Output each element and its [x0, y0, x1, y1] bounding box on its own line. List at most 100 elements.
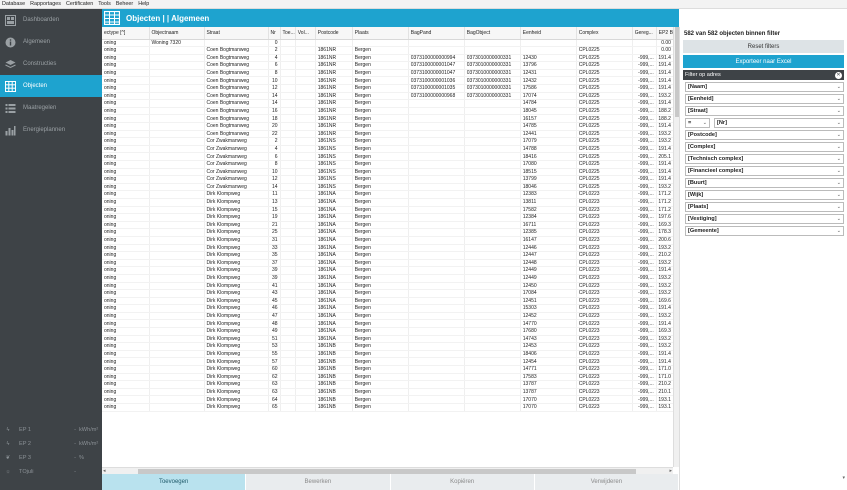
- scroll-down-icon[interactable]: ▾: [842, 475, 845, 481]
- table-row[interactable]: oning Dirk Klompweg 63 1861NB Bergen 13787 CPL…: [102, 380, 674, 389]
- table-row[interactable]: oning Dirk Klompweg 53 1861NB Bergen 12453 CPL…: [102, 342, 674, 351]
- table-row[interactable]: oning Coen Bogtmanweg 20 1861NR Bergen 14785 C…: [102, 122, 674, 131]
- table-row[interactable]: oning Dirk Klompweg 15 1861NA Bergen 17582 CPL…: [102, 206, 674, 215]
- plaats-filter-select[interactable]: [Plaats] ⌄: [685, 202, 844, 212]
- column-header[interactable]: Plaats: [352, 27, 409, 40]
- table-row[interactable]: oning Dirk Klompweg 39 1861NA Bergen 12449 CPL…: [102, 274, 674, 283]
- sidebar-item-dashboarden[interactable]: Dashboarden: [0, 9, 102, 31]
- table-row[interactable]: oning Cor Zwakmanweg 6 1861NS Bergen 18416 CPL…: [102, 152, 674, 161]
- table-row[interactable]: oning Cor Zwakmanweg 10 1861NS Bergen 18515 CP…: [102, 168, 674, 177]
- table-cell: 1861NR: [315, 122, 353, 131]
- table-row[interactable]: oning Cor Zwakmanweg 14 1861NS Bergen 18046 CP…: [102, 183, 674, 192]
- nr-filter-select[interactable]: [Nr] ⌄: [714, 118, 844, 128]
- table-row[interactable]: oning Coen Bogtmanweg 14 1861NR Bergen 037310…: [102, 92, 674, 101]
- table-row[interactable]: oning Coen Bogtmanweg 2 1861NR Bergen CPL0225…: [102, 46, 674, 55]
- table-row[interactable]: oning Dirk Klompweg 19 1861NA Bergen 12384 CPL…: [102, 213, 674, 222]
- table-row[interactable]: oning Coen Bogtmanweg 16 1861NR Bergen 18045 C…: [102, 107, 674, 116]
- table-row[interactable]: oning Coen Bogtmanweg 4 1861NR Bergen 0373100…: [102, 54, 674, 63]
- table-row[interactable]: oning Dirk Klompweg 48 1861NA Bergen 14770 CPL…: [102, 319, 674, 329]
- postcode-filter-select[interactable]: [Postcode] ⌄: [685, 130, 844, 140]
- table-row[interactable]: oning Cor Zwakmanweg 4 1861NS Bergen 14788 CPL…: [102, 145, 674, 154]
- table-row[interactable]: oning Cor Zwakmanweg 8 1861NS Bergen 17080 CPL…: [102, 160, 674, 169]
- column-header[interactable]: Complex: [576, 27, 633, 40]
- eenheid-filter-select[interactable]: [Eenheid] ⌄: [685, 94, 844, 104]
- horizontal-scrollbar[interactable]: ◂ ▸: [102, 467, 673, 474]
- table-row[interactable]: oning Dirk Klompweg 65 1861NB Bergen 17070 CPL…: [102, 403, 674, 412]
- table-row[interactable]: oning Dirk Klompweg 62 1861NB Bergen 17583 CPL…: [102, 373, 674, 382]
- table-row[interactable]: oning Dirk Klompweg 21 1861NA Bergen 16711 CPL…: [102, 221, 674, 230]
- wijk-filter-select[interactable]: [Wijk] ⌄: [685, 190, 844, 200]
- column-header[interactable]: ectype [^]: [102, 27, 150, 40]
- nr-operator-select[interactable]: = ⌄: [685, 118, 710, 128]
- column-header[interactable]: BagPand: [408, 27, 465, 40]
- bewerken-button[interactable]: Bewerken: [246, 474, 391, 490]
- table-row[interactable]: oning Cor Zwakmanweg 2 1861NS Bergen 17079 CPL…: [102, 137, 674, 146]
- table-row[interactable]: oning Dirk Klompweg 11 1861NA Bergen 12383 CPL…: [102, 190, 674, 199]
- verwijderen-button[interactable]: Verwijderen: [535, 474, 679, 490]
- table-row[interactable]: oning Dirk Klompweg 41 1861NA Bergen 12450 CPL…: [102, 282, 674, 291]
- column-header[interactable]: Nr: [268, 27, 281, 40]
- table-row[interactable]: oning Coen Bogtmanweg 6 1861NR Bergen 0373100…: [102, 61, 674, 70]
- sidebar-item-energieplannen[interactable]: Energieplannen: [0, 119, 102, 141]
- column-header[interactable]: Toe...: [280, 27, 296, 40]
- table-row[interactable]: oning Coen Bogtmanweg 8 1861NR Bergen 0373100…: [102, 69, 674, 78]
- table-row[interactable]: oning Coen Bogtmanweg 12 1861NR Bergen 037310…: [102, 84, 674, 93]
- technisch-complex-filter-select[interactable]: [Technisch complex] ⌄: [685, 154, 844, 164]
- column-header[interactable]: Postcode: [315, 27, 353, 40]
- menu-rapportages[interactable]: Rapportages: [30, 1, 61, 7]
- table-row[interactable]: oning Dirk Klompweg 60 1861NB Bergen 14771 CPL…: [102, 365, 674, 374]
- table-row[interactable]: oning Dirk Klompweg 64 1861NB Bergen 17070 CPL…: [102, 395, 674, 404]
- table-row[interactable]: oning Dirk Klompweg 37 1861NA Bergen 12448 CPL…: [102, 259, 674, 268]
- complex-filter-select[interactable]: [Complex] ⌄: [685, 142, 844, 152]
- toevoegen-button[interactable]: Toevoegen: [102, 474, 247, 490]
- column-header[interactable]: BagObject: [464, 27, 521, 40]
- table-row[interactable]: oning Dirk Klompweg 33 1861NA Bergen 12446 CPL…: [102, 244, 674, 253]
- buurt-filter-select[interactable]: [Buurt] ⌄: [685, 178, 844, 188]
- collapse-icon[interactable]: ✕: [835, 71, 842, 79]
- table-row[interactable]: oning Dirk Klompweg 39 1861NA Bergen 12449 CPL…: [102, 266, 674, 275]
- table-row[interactable]: oning Coen Bogtmanweg 18 1861NR Bergen 16157 C…: [102, 114, 674, 124]
- column-header[interactable]: Straat: [204, 27, 269, 40]
- table-row[interactable]: oning Cor Zwakmanweg 12 1861NS Bergen 13799 CP…: [102, 175, 674, 184]
- table-row[interactable]: oning Coen Bogtmanweg 14 1861NR Bergen 14784 C…: [102, 99, 674, 108]
- table-row[interactable]: oning Dirk Klompweg 63 1861NB Bergen 13787 CPL…: [102, 388, 674, 397]
- table-row[interactable]: oning Dirk Klompweg 13 1861NA Bergen 13811 CPL…: [102, 198, 674, 207]
- menu-help[interactable]: Help: [138, 1, 149, 7]
- sidebar-item-algemeen[interactable]: Algemeen: [0, 31, 102, 53]
- financieel-complex-filter-select[interactable]: [Financieel complex] ⌄: [685, 166, 844, 176]
- naam-filter-select[interactable]: [Naam] ⌄: [685, 82, 844, 92]
- table-row[interactable]: oning Coen Bogtmanweg 10 1861NR Bergen 037310…: [102, 76, 674, 86]
- menu-certificaten[interactable]: Certificaten: [66, 1, 93, 7]
- table-row[interactable]: oning Dirk Klompweg 43 1861NA Bergen 17084 CPL…: [102, 289, 674, 298]
- table-row[interactable]: oning Dirk Klompweg 35 1861NA Bergen 12447 CPL…: [102, 251, 674, 260]
- straat-filter-select[interactable]: [Straat] ⌄: [685, 106, 844, 116]
- table-row[interactable]: oning Dirk Klompweg 46 1861NA Bergen 15303 CPL…: [102, 304, 674, 313]
- table-row[interactable]: oning Dirk Klompweg 25 1861NA Bergen 12385 CPL…: [102, 228, 674, 237]
- table-row[interactable]: oning Dirk Klompweg 57 1861NB Bergen 12454 CPL…: [102, 357, 674, 367]
- table-row[interactable]: oning Dirk Klompweg 47 1861NA Bergen 12452 CPL…: [102, 312, 674, 321]
- column-header[interactable]: EP2 B: [656, 27, 674, 40]
- table-row[interactable]: oning Woning 7320 0 0.00: [102, 39, 674, 48]
- sidebar-item-objecten[interactable]: Objecten: [0, 75, 102, 97]
- table-row[interactable]: oning Dirk Klompweg 51 1861NA Bergen 14743 CPL…: [102, 335, 674, 344]
- menu-beheer[interactable]: Beheer: [116, 1, 133, 7]
- table-row[interactable]: oning Dirk Klompweg 49 1861NA Bergen 17680 CPL…: [102, 327, 674, 336]
- table-row[interactable]: oning Dirk Klompweg 55 1861NB Bergen 18406 CPL…: [102, 350, 674, 359]
- menu-tools[interactable]: Tools: [98, 1, 111, 7]
- sidebar-item-constructies[interactable]: Constructies: [0, 53, 102, 75]
- column-header[interactable]: Vol...: [295, 27, 316, 40]
- column-header[interactable]: Gereg...: [632, 27, 657, 40]
- reset-filters-button[interactable]: Reset filters: [683, 40, 844, 53]
- vestiging-filter-select[interactable]: [Vestiging] ⌄: [685, 214, 844, 224]
- table-row[interactable]: oning Dirk Klompweg 31 1861NA Bergen 16147 CPL…: [102, 236, 674, 245]
- kopi-ren-button[interactable]: Kopiëren: [391, 474, 535, 490]
- table-row[interactable]: oning Dirk Klompweg 45 1861NA Bergen 12451 CPL…: [102, 297, 674, 306]
- column-header[interactable]: Objectnaam: [149, 27, 205, 40]
- column-header[interactable]: Eenheid: [520, 27, 577, 40]
- table-cell: [408, 266, 465, 275]
- export-excel-button[interactable]: Exporteer naar Excel: [683, 55, 844, 68]
- gemeente-filter-select[interactable]: [Gemeente] ⌄: [685, 226, 844, 236]
- table-row[interactable]: oning Coen Bogtmanweg 22 1861NR Bergen 12441 C…: [102, 130, 674, 139]
- menu-database[interactable]: Database: [2, 1, 25, 7]
- sidebar-item-maatregelen[interactable]: Maatregelen: [0, 97, 102, 119]
